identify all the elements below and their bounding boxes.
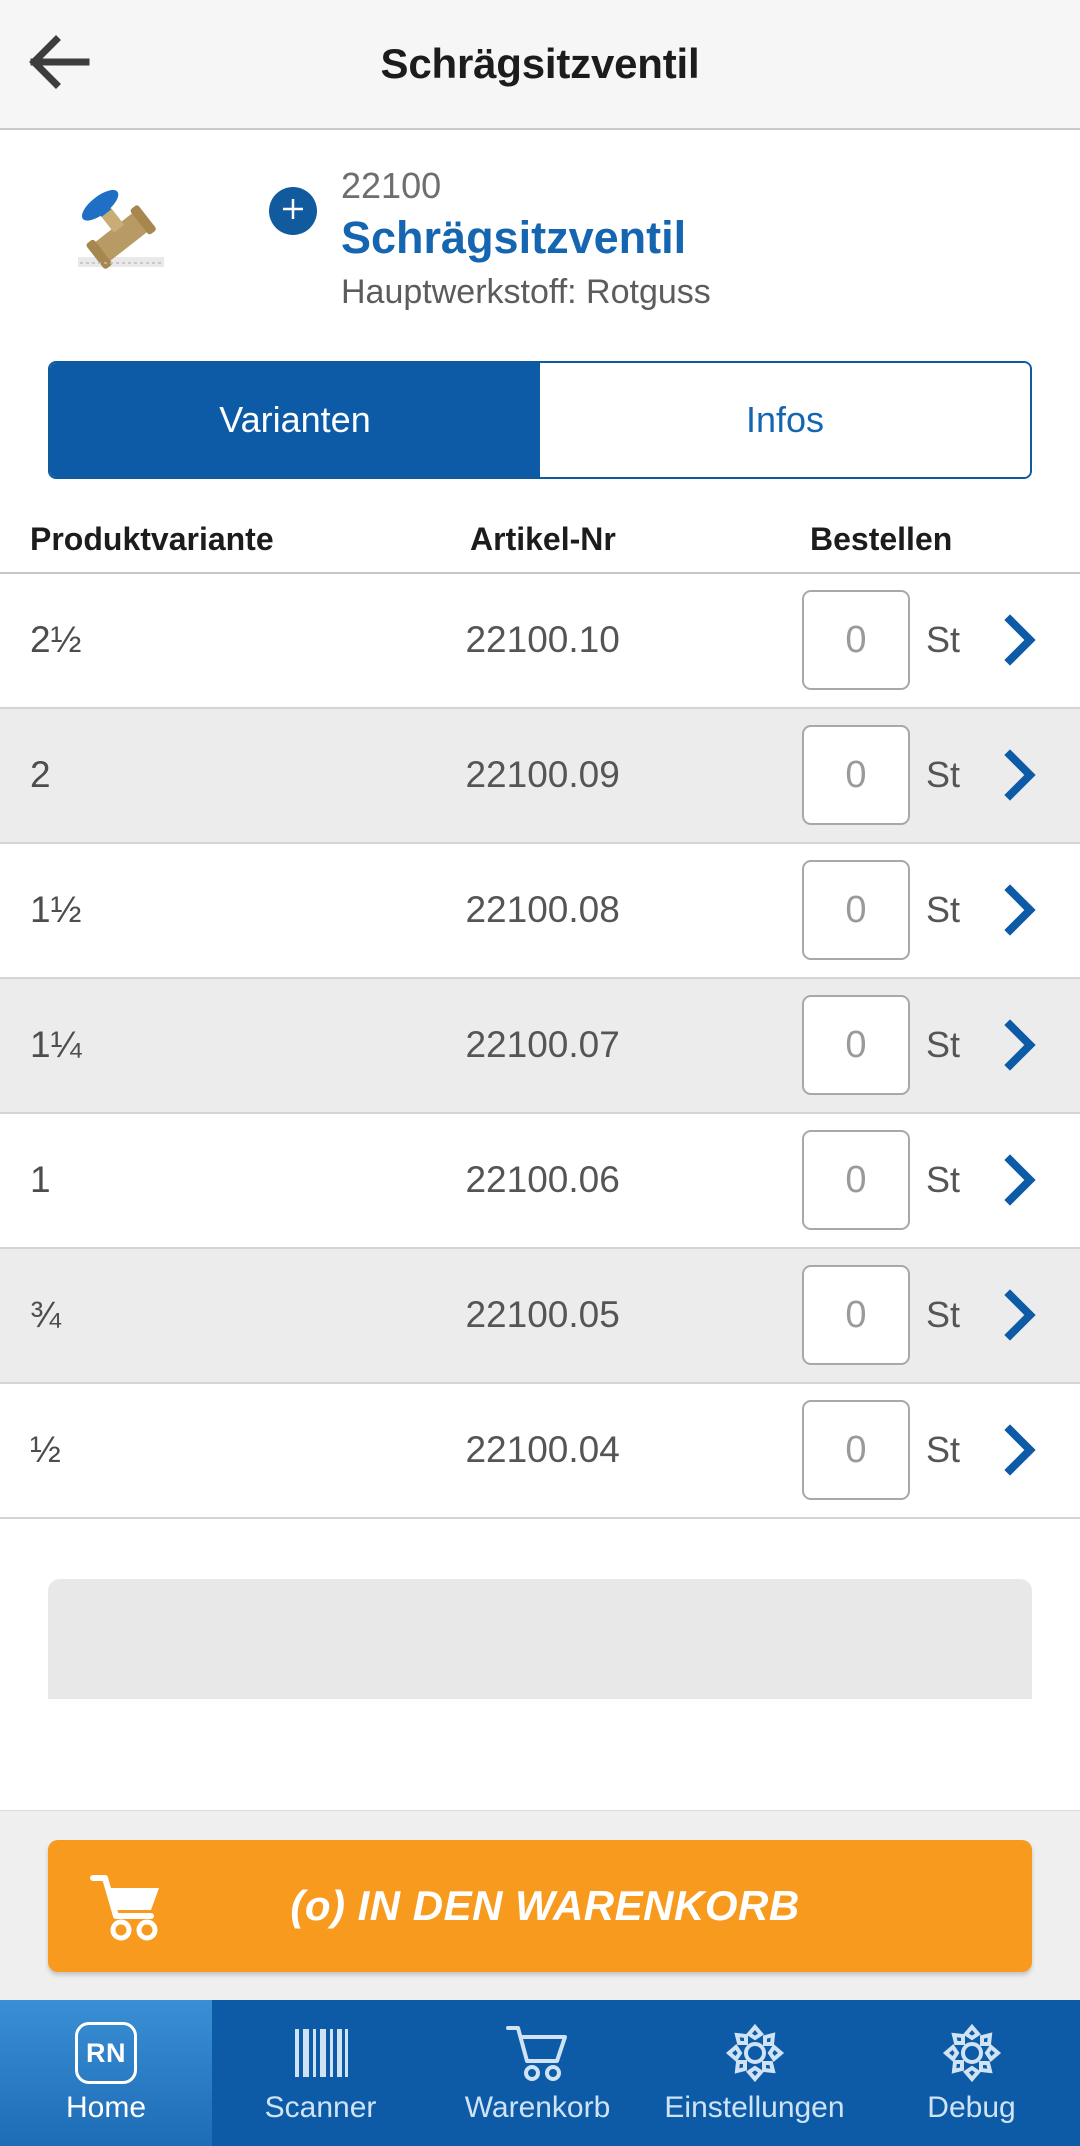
cell-produktvariante: 1¼ xyxy=(30,1024,82,1066)
quantity-input[interactable] xyxy=(802,1265,910,1366)
gear-icon xyxy=(941,2023,1003,2083)
rn-logo-badge: RN xyxy=(75,2022,137,2084)
cell-artikel-nr: 22100.05 xyxy=(465,1294,620,1336)
nav-item-home[interactable]: RN Home xyxy=(0,2000,212,2146)
nav-label-debug: Debug xyxy=(927,2091,1016,2124)
unit-label: St xyxy=(926,754,961,796)
tab-infos[interactable]: Infos xyxy=(540,362,1030,477)
chevron-right-icon[interactable] xyxy=(998,749,1050,802)
quantity-input[interactable] xyxy=(802,995,910,1096)
nav-item-debug[interactable]: Debug xyxy=(863,2000,1080,2146)
table-row[interactable]: ¾ 22100.05 St xyxy=(0,1248,1080,1384)
cell-produktvariante: 1½ xyxy=(30,889,82,931)
page-title: Schrägsitzventil xyxy=(380,40,700,87)
chevron-right-icon[interactable] xyxy=(998,1424,1050,1477)
variants-table-header: Produktvariante Artikel-Nr Bestellen xyxy=(0,479,1080,574)
chevron-right-icon[interactable] xyxy=(998,1154,1050,1207)
quantity-input[interactable] xyxy=(802,860,910,961)
product-summary: 22100 Schrägsitzventil Hauptwerkstoff: R… xyxy=(0,130,1080,353)
nav-label-home: Home xyxy=(65,2091,147,2124)
unit-label: St xyxy=(926,889,961,931)
variants-table-body: 2½22100.10St222100.09St1½22100.08St1¼221… xyxy=(0,573,1080,1519)
chevron-right-icon[interactable] xyxy=(998,614,1050,667)
cell-produktvariante: 2 xyxy=(30,754,51,796)
shopping-cart-icon xyxy=(48,1870,208,1942)
content-filler xyxy=(0,1518,1080,1810)
product-name[interactable]: Schrägsitzventil xyxy=(341,212,711,264)
app-screen: Schrägsitzventil 22100 Schrägsitzventil … xyxy=(0,0,1080,2146)
column-header-bestellen: Bestellen xyxy=(810,520,953,557)
nav-item-warenkorb[interactable]: Warenkorb xyxy=(429,2000,646,2146)
cell-artikel-nr: 22100.08 xyxy=(465,889,620,931)
cell-produktvariante: ½ xyxy=(30,1429,61,1471)
back-button[interactable] xyxy=(0,0,120,129)
cell-artikel-nr: 22100.04 xyxy=(465,1429,620,1471)
cart-action-bar: (o) IN DEN WARENKORB xyxy=(0,1810,1080,2000)
cell-artikel-nr: 22100.06 xyxy=(465,1159,620,1201)
product-number: 22100 xyxy=(341,165,442,206)
add-product-button[interactable] xyxy=(268,187,317,235)
product-image xyxy=(70,179,180,275)
unit-label: St xyxy=(926,1429,961,1471)
table-row[interactable]: 2 22100.09 St xyxy=(0,708,1080,844)
table-row[interactable]: 1 22100.06 St xyxy=(0,1113,1080,1249)
cell-bestellen: St xyxy=(802,1400,1050,1501)
unit-label: St xyxy=(926,1024,961,1066)
partial-card xyxy=(48,1578,1032,1699)
arrow-left-icon xyxy=(28,34,92,95)
shopping-cart-icon xyxy=(505,2023,571,2083)
cell-bestellen: St xyxy=(802,1130,1050,1231)
rn-logo-icon: RN xyxy=(75,2022,137,2084)
add-to-cart-label: (o) IN DEN WARENKORB xyxy=(290,1881,800,1929)
plus-icon xyxy=(278,194,308,229)
gear-icon xyxy=(724,2023,786,2083)
unit-label: St xyxy=(926,619,961,661)
unit-label: St xyxy=(926,1159,961,1201)
add-to-cart-button[interactable]: (o) IN DEN WARENKORB xyxy=(48,1839,1032,1972)
cell-bestellen: St xyxy=(802,860,1050,961)
chevron-right-icon[interactable] xyxy=(998,1289,1050,1342)
cell-bestellen: St xyxy=(802,1265,1050,1366)
table-row[interactable]: 1½ 22100.08 St xyxy=(0,843,1080,979)
cell-produktvariante: ¾ xyxy=(30,1294,61,1336)
cell-artikel-nr: 22100.07 xyxy=(465,1024,620,1066)
product-text-block: 22100 Schrägsitzventil Hauptwerkstoff: R… xyxy=(335,165,711,313)
chevron-right-icon[interactable] xyxy=(998,884,1050,937)
cell-bestellen: St xyxy=(802,995,1050,1096)
nav-label-einstellungen: Einstellungen xyxy=(664,2091,845,2124)
quantity-input[interactable] xyxy=(802,725,910,826)
chevron-right-icon[interactable] xyxy=(998,1019,1050,1072)
cell-artikel-nr: 22100.09 xyxy=(465,754,620,796)
quantity-input[interactable] xyxy=(802,590,910,691)
nav-label-scanner: Scanner xyxy=(264,2091,377,2124)
app-header: Schrägsitzventil xyxy=(0,0,1080,130)
barcode-icon xyxy=(291,2023,351,2083)
table-row[interactable]: 2½ 22100.10 St xyxy=(0,573,1080,709)
product-material: Hauptwerkstoff: Rotguss xyxy=(341,273,711,312)
nav-item-scanner[interactable]: Scanner xyxy=(212,2000,429,2146)
nav-label-warenkorb: Warenkorb xyxy=(464,2091,611,2124)
add-product-wrap xyxy=(250,165,335,235)
unit-label: St xyxy=(926,1294,961,1336)
quantity-input[interactable] xyxy=(802,1400,910,1501)
cell-produktvariante: 2½ xyxy=(30,619,82,661)
product-thumbnail-wrap xyxy=(0,165,250,275)
cell-produktvariante: 1 xyxy=(30,1159,51,1201)
table-row[interactable]: 1¼ 22100.07 St xyxy=(0,978,1080,1114)
nav-item-einstellungen[interactable]: Einstellungen xyxy=(646,2000,863,2146)
column-header-produktvariante: Produktvariante xyxy=(30,520,274,557)
bottom-navigation: RN Home Scanner Warenkorb Einstellungen … xyxy=(0,2000,1080,2146)
tab-bar: Varianten Infos xyxy=(48,360,1032,479)
column-header-artikel-nr: Artikel-Nr xyxy=(470,520,616,557)
cell-bestellen: St xyxy=(802,590,1050,691)
cell-bestellen: St xyxy=(802,725,1050,826)
tab-varianten[interactable]: Varianten xyxy=(50,362,540,477)
table-row[interactable]: ½ 22100.04 St xyxy=(0,1383,1080,1519)
quantity-input[interactable] xyxy=(802,1130,910,1231)
cell-artikel-nr: 22100.10 xyxy=(465,619,620,661)
